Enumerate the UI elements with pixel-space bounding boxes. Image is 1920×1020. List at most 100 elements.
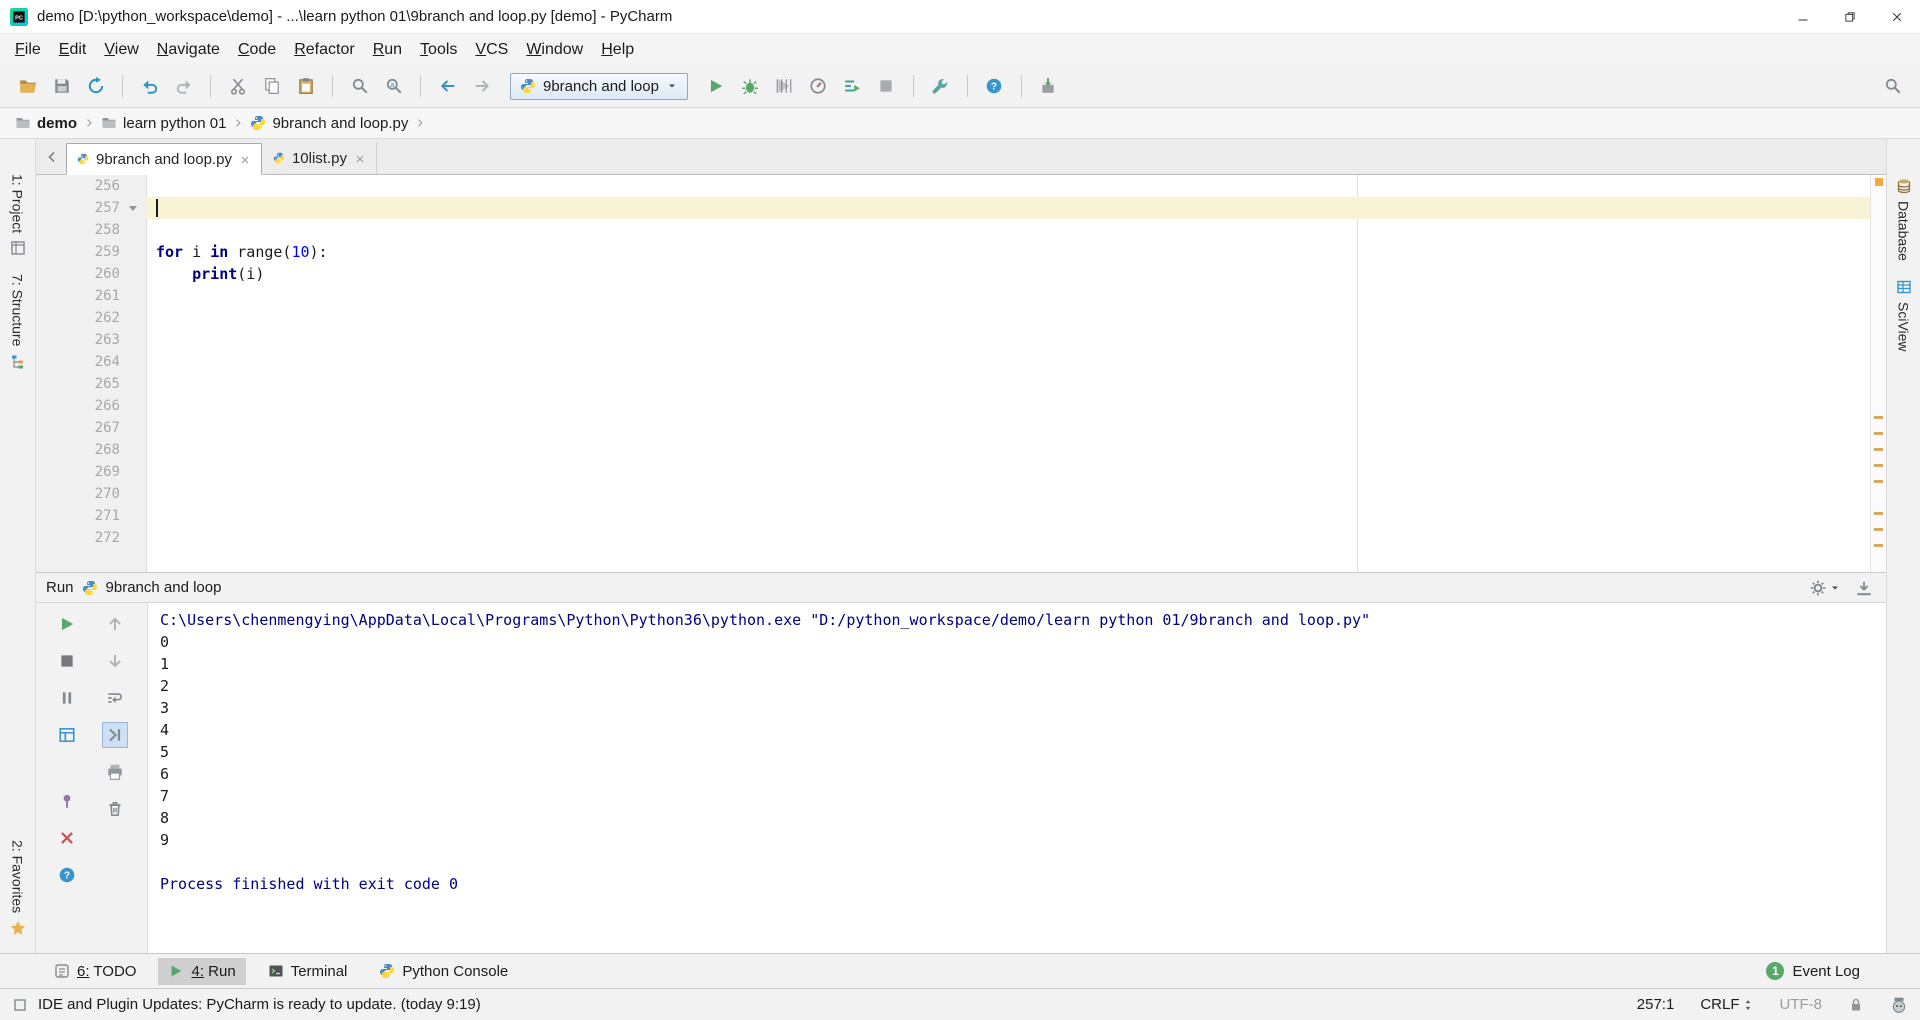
save-button[interactable] bbox=[46, 72, 77, 100]
menu-refactor[interactable]: Refactor bbox=[285, 37, 363, 63]
editor-line-265[interactable]: 265 bbox=[36, 373, 1886, 395]
run-console-button[interactable] bbox=[837, 72, 868, 100]
tool-button-4-run[interactable]: 4: Run bbox=[158, 957, 246, 985]
menu-tools[interactable]: Tools bbox=[411, 37, 466, 63]
menu-vcs[interactable]: VCS bbox=[466, 37, 517, 63]
background-tasks-icon[interactable] bbox=[12, 997, 28, 1013]
encoding-widget[interactable]: UTF-8 bbox=[1780, 996, 1823, 1013]
open-button[interactable] bbox=[12, 72, 43, 100]
console-line[interactable]: 5 bbox=[160, 741, 1878, 763]
run-button[interactable] bbox=[701, 72, 732, 100]
menu-view[interactable]: View bbox=[95, 37, 147, 63]
console-line[interactable]: 2 bbox=[160, 675, 1878, 697]
hide-panel-button[interactable] bbox=[1852, 579, 1876, 597]
editor-line-263[interactable]: 263 bbox=[36, 329, 1886, 351]
tab-close-icon[interactable] bbox=[354, 152, 366, 164]
console-line[interactable] bbox=[160, 851, 1878, 873]
cut-button[interactable] bbox=[222, 72, 253, 100]
menu-code[interactable]: Code bbox=[229, 37, 285, 63]
replace-button[interactable]: a bbox=[378, 72, 409, 100]
back-button[interactable] bbox=[432, 72, 463, 100]
tab-close-icon[interactable] bbox=[239, 153, 251, 165]
rerun-button[interactable] bbox=[54, 611, 80, 637]
console-line[interactable]: C:\Users\chenmengying\AppData\Local\Prog… bbox=[160, 609, 1878, 631]
menu-file[interactable]: File bbox=[6, 37, 50, 63]
redo-button[interactable] bbox=[168, 72, 199, 100]
run-settings-button[interactable] bbox=[1806, 579, 1844, 597]
editor-line-266[interactable]: 266 bbox=[36, 395, 1886, 417]
help-small-button[interactable]: ? bbox=[54, 862, 80, 888]
menu-edit[interactable]: Edit bbox=[50, 37, 96, 63]
profiler-button[interactable] bbox=[803, 72, 834, 100]
editor-line-268[interactable]: 268 bbox=[36, 439, 1886, 461]
console-line[interactable]: 7 bbox=[160, 785, 1878, 807]
soft-wrap-button[interactable] bbox=[102, 685, 128, 711]
paste-button[interactable] bbox=[290, 72, 321, 100]
search-everywhere-button[interactable] bbox=[1877, 72, 1908, 100]
trash-button[interactable] bbox=[102, 796, 128, 822]
close-button[interactable] bbox=[1873, 0, 1920, 33]
editor-line-256[interactable]: 256 bbox=[36, 175, 1886, 197]
tool-button-python-console[interactable]: Python Console bbox=[369, 958, 518, 985]
editor-line-264[interactable]: 264 bbox=[36, 351, 1886, 373]
fold-arrow-icon[interactable] bbox=[129, 205, 137, 211]
stop-button[interactable] bbox=[871, 72, 902, 100]
console-line[interactable]: 6 bbox=[160, 763, 1878, 785]
editor-line-272[interactable]: 272 bbox=[36, 527, 1886, 549]
editor-line-259[interactable]: 259 for i in range(10): bbox=[36, 241, 1886, 263]
down-button[interactable] bbox=[102, 648, 128, 674]
menu-window[interactable]: Window bbox=[517, 37, 592, 63]
copy-button[interactable] bbox=[256, 72, 287, 100]
debug-button[interactable] bbox=[735, 72, 766, 100]
editor-line-267[interactable]: 267 bbox=[36, 417, 1886, 439]
event-log-button[interactable]: 1 Event Log bbox=[1766, 962, 1860, 980]
forward-button[interactable] bbox=[466, 72, 497, 100]
editor-line-260[interactable]: 260 print(i) bbox=[36, 263, 1886, 285]
tabs-scroll-left-button[interactable] bbox=[38, 139, 66, 174]
run-console[interactable]: C:\Users\chenmengying\AppData\Local\Prog… bbox=[148, 603, 1886, 953]
editor-line-269[interactable]: 269 bbox=[36, 461, 1886, 483]
menu-help[interactable]: Help bbox=[592, 37, 643, 63]
tab-9branch-and-loop-py[interactable]: 9branch and loop.py bbox=[66, 143, 262, 175]
caret-position-widget[interactable]: 257:1 bbox=[1637, 996, 1675, 1013]
editor-line-262[interactable]: 262 bbox=[36, 307, 1886, 329]
pin-button[interactable] bbox=[54, 788, 80, 814]
coverage-button[interactable] bbox=[769, 72, 800, 100]
undo-button[interactable] bbox=[134, 72, 165, 100]
console-line[interactable]: 0 bbox=[160, 631, 1878, 653]
stop-dark-button[interactable] bbox=[54, 648, 80, 674]
console-line[interactable]: 3 bbox=[160, 697, 1878, 719]
tool-button-structure[interactable]: 7: Structure bbox=[10, 265, 26, 378]
tool-button-terminal[interactable]: Terminal bbox=[258, 958, 358, 985]
line-separator-widget[interactable]: CRLF bbox=[1700, 996, 1753, 1013]
editor-line-257[interactable]: 257 bbox=[36, 197, 1886, 219]
console-line[interactable]: 4 bbox=[160, 719, 1878, 741]
help-button[interactable]: ? bbox=[979, 72, 1010, 100]
tool-button-project[interactable]: 1: Project bbox=[10, 165, 26, 265]
minimize-button[interactable] bbox=[1779, 0, 1826, 33]
menu-run[interactable]: Run bbox=[364, 37, 411, 63]
run-configuration-select[interactable]: 9branch and loop bbox=[510, 72, 688, 100]
inspections-profile-icon[interactable] bbox=[1890, 996, 1908, 1014]
console-line[interactable]: 8 bbox=[160, 807, 1878, 829]
tool-button-favorites[interactable]: 2: Favorites bbox=[10, 831, 26, 945]
tool-button-database[interactable]: Database bbox=[1896, 169, 1912, 270]
breadcrumb-item-learn-python-01[interactable]: learn python 01 bbox=[98, 113, 229, 134]
tools-button[interactable] bbox=[925, 72, 956, 100]
console-line[interactable]: 9 bbox=[160, 829, 1878, 851]
menu-navigate[interactable]: Navigate bbox=[148, 37, 229, 63]
tab-10list-py[interactable]: 10list.py bbox=[262, 142, 377, 174]
update-button[interactable] bbox=[1033, 72, 1064, 100]
editor-line-261[interactable]: 261 bbox=[36, 285, 1886, 307]
status-message[interactable]: IDE and Plugin Updates: PyCharm is ready… bbox=[38, 996, 481, 1013]
editor-line-258[interactable]: 258 bbox=[36, 219, 1886, 241]
up-button[interactable] bbox=[102, 611, 128, 637]
console-line[interactable]: Process finished with exit code 0 bbox=[160, 873, 1878, 895]
lock-icon[interactable] bbox=[1848, 997, 1864, 1013]
pause-button[interactable] bbox=[54, 685, 80, 711]
print-button[interactable] bbox=[102, 759, 128, 785]
editor-line-271[interactable]: 271 bbox=[36, 505, 1886, 527]
breadcrumb-item-9branch-and-loop-py[interactable]: 9branch and loop.py bbox=[247, 113, 411, 134]
close-button[interactable] bbox=[54, 825, 80, 851]
maximize-button[interactable] bbox=[1826, 0, 1873, 33]
